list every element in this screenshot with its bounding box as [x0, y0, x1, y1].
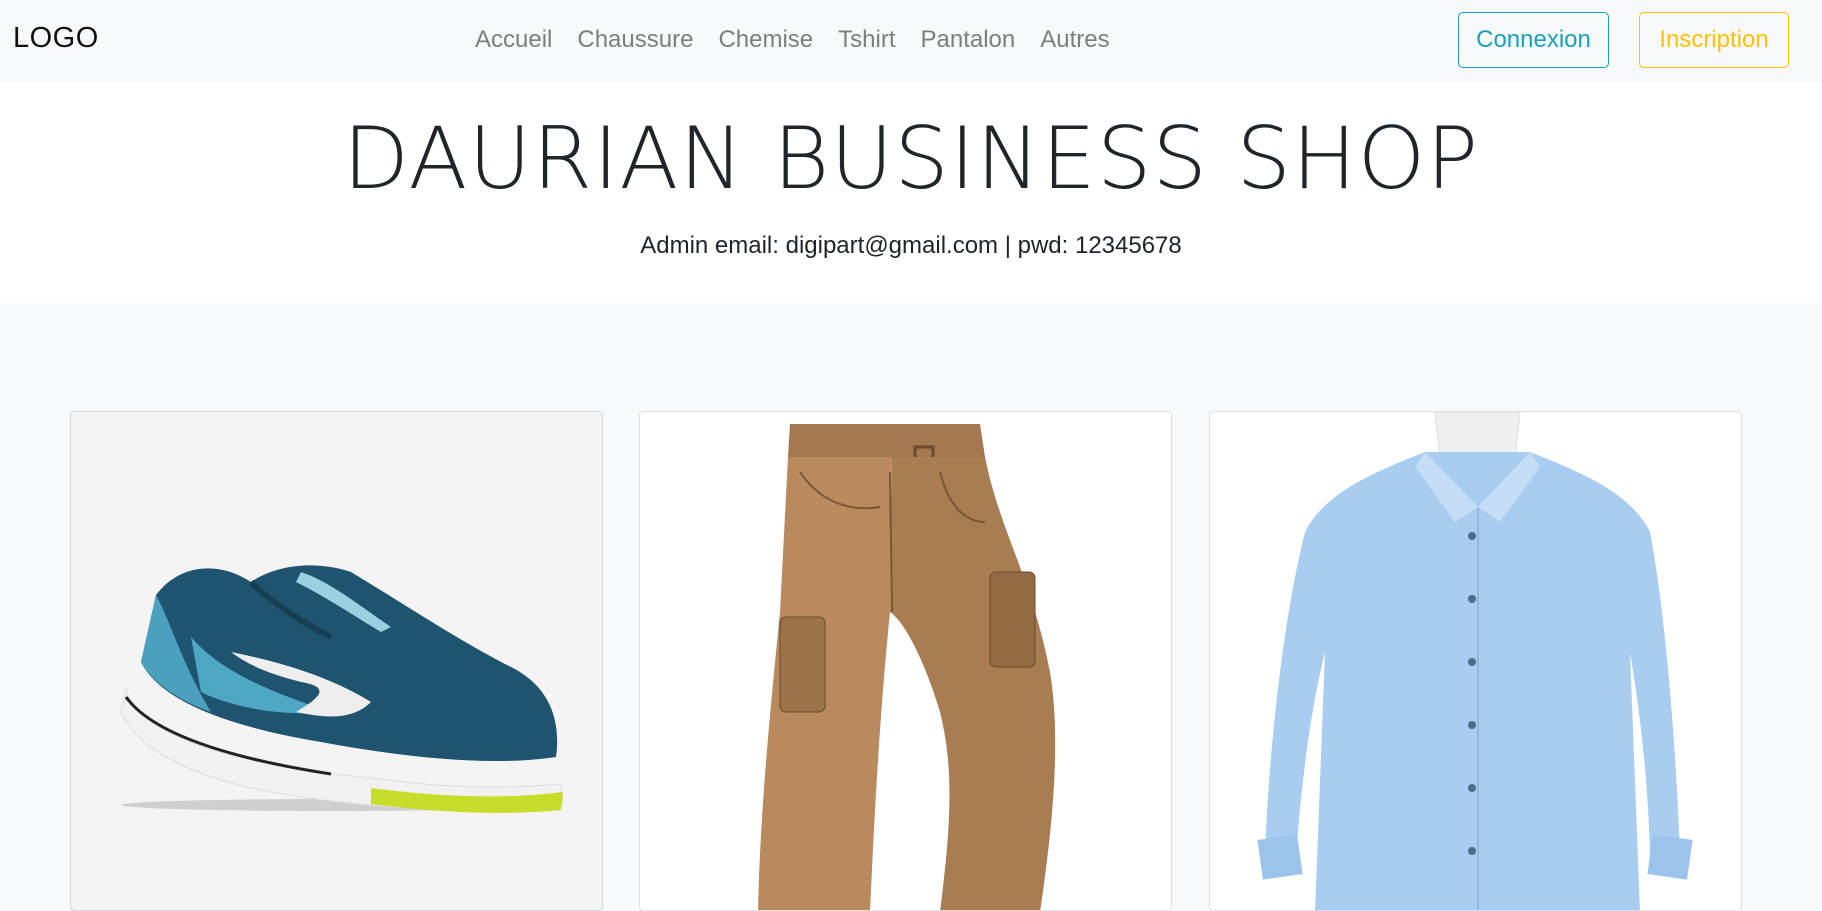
hero: DAURIAN BUSINESS SHOP Admin email: digip… — [0, 82, 1822, 303]
nav-link-autres[interactable]: Autres — [1040, 26, 1109, 54]
navbar: LOGO Accueil Chaussure Chemise Tshirt Pa… — [0, 0, 1822, 82]
cargo-pants-image — [758, 424, 1056, 910]
logo[interactable]: LOGO — [13, 22, 99, 55]
product-card-pants[interactable] — [639, 411, 1172, 911]
nav-link-accueil[interactable]: Accueil — [475, 26, 552, 54]
nav-link-pantalon[interactable]: Pantalon — [920, 26, 1015, 54]
product-card-sneaker[interactable] — [70, 411, 603, 911]
inscription-button[interactable]: Inscription — [1639, 12, 1789, 68]
nav-link-chemise[interactable]: Chemise — [718, 26, 813, 54]
sneaker-image — [120, 565, 564, 813]
admin-credentials: Admin email: digipart@gmail.com | pwd: 1… — [640, 232, 1182, 259]
nav-link-chaussure[interactable]: Chaussure — [577, 26, 693, 54]
blue-shirt-image — [1257, 412, 1693, 910]
product-card-shirt[interactable] — [1209, 411, 1742, 911]
page-title: DAURIAN BUSINESS SHOP — [342, 109, 1480, 209]
main-nav: Accueil Chaussure Chemise Tshirt Pantalo… — [475, 26, 1135, 54]
nav-link-tshirt[interactable]: Tshirt — [838, 26, 895, 54]
connexion-button[interactable]: Connexion — [1458, 12, 1609, 68]
